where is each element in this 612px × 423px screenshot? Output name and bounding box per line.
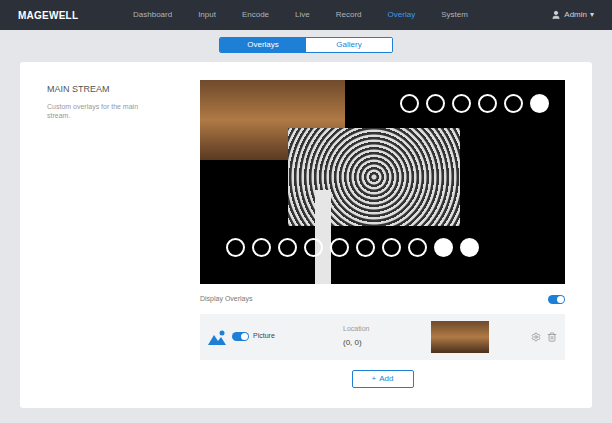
tab-bar: OverlaysGallery: [0, 30, 612, 60]
overlay-thumbnail: [431, 321, 489, 353]
circle: [330, 238, 349, 257]
brand-logo[interactable]: MAGEWELL: [18, 8, 133, 23]
section-title: MAIN STREAM: [47, 80, 200, 97]
circle: [356, 238, 375, 257]
circle: [452, 94, 471, 113]
stream-preview: [200, 80, 565, 284]
circle: [504, 94, 523, 113]
add-button[interactable]: +Add: [352, 370, 414, 388]
picture-icon: [208, 329, 226, 345]
circle: [426, 94, 445, 113]
overlay-toggle[interactable]: [232, 332, 249, 341]
display-overlays-row: Display Overlays: [200, 294, 565, 305]
circle: [400, 94, 419, 113]
circle: [408, 238, 427, 257]
content: MAIN STREAM Custom overlays for the main …: [0, 60, 612, 423]
display-overlays-label: Display Overlays: [200, 294, 253, 305]
circle-row: [226, 238, 479, 257]
tab[interactable]: Overlays: [220, 38, 306, 52]
circle: [460, 238, 479, 257]
overlay-panel: Display Overlays Picture Location(0, 0) +Ad…: [200, 80, 565, 394]
circle: [434, 238, 453, 257]
circle: [478, 94, 497, 113]
nav-item[interactable]: Input: [198, 9, 216, 21]
overlay-item: Picture Location(0, 0): [200, 314, 565, 360]
tabs: OverlaysGallery: [219, 37, 393, 53]
overlay-location: Location(0, 0): [343, 324, 369, 349]
nav-item[interactable]: Live: [295, 9, 310, 21]
overlay-name: Picture: [253, 331, 323, 342]
nav-item[interactable]: Dashboard: [133, 9, 172, 21]
nav-item[interactable]: System: [441, 9, 468, 21]
nav-item[interactable]: Overlay: [388, 9, 416, 21]
circle: [530, 94, 549, 113]
nav-item[interactable]: Encode: [242, 9, 269, 21]
tab[interactable]: Gallery: [306, 38, 392, 52]
circle: [304, 238, 323, 257]
top-nav: MAGEWELLDashboard Input Encode Live Record Ov…: [0, 0, 612, 30]
user-menu[interactable]: Admin▾: [551, 9, 594, 21]
toggle-knob: [557, 296, 564, 303]
nav-item[interactable]: Record: [336, 9, 362, 21]
section-info: MAIN STREAM Custom overlays for the main …: [47, 80, 200, 394]
display-overlays-toggle[interactable]: [548, 295, 565, 304]
circle: [382, 238, 401, 257]
delete-icon[interactable]: [547, 332, 557, 342]
bar-overlay: [315, 190, 331, 284]
user-icon: [551, 10, 561, 20]
circle: [252, 238, 271, 257]
circle-row: [400, 94, 549, 113]
card: MAIN STREAM Custom overlays for the main …: [20, 62, 592, 408]
toggle-knob: [241, 333, 248, 340]
nav-menu: Dashboard Input Encode Live Record Overlay Sys…: [133, 9, 551, 21]
section-description: Custom overlays for the main stream.: [47, 102, 147, 122]
app: MAGEWELLDashboard Input Encode Live Record Ov…: [0, 0, 612, 423]
circle: [278, 238, 297, 257]
settings-icon[interactable]: [531, 332, 541, 342]
pattern-overlay: [288, 128, 460, 226]
circle: [226, 238, 245, 257]
